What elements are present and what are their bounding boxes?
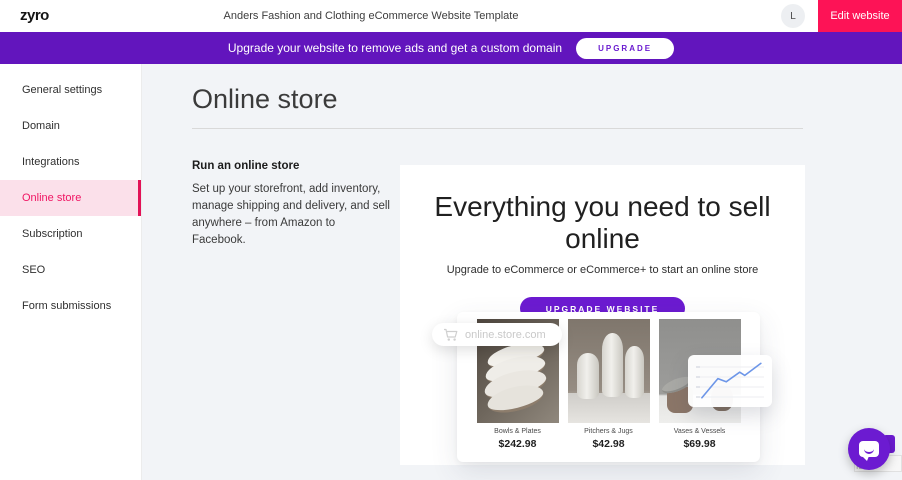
chat-bubble-icon <box>859 441 879 457</box>
product-price: $69.98 <box>683 438 715 450</box>
main-content: Online store Run an online store Set up … <box>142 64 902 480</box>
product-card: Pitchers & Jugs $42.98 <box>568 319 650 462</box>
store-url-text: online.store.com <box>465 329 546 341</box>
sidebar-item-seo[interactable]: SEO <box>0 252 141 288</box>
shopping-cart-icon <box>443 328 459 342</box>
sidebar-item-domain[interactable]: Domain <box>0 108 141 144</box>
product-price: $242.98 <box>499 438 537 450</box>
upsell-subheading: Upgrade to eCommerce or eCommerce+ to st… <box>400 264 805 276</box>
upgrade-banner: Upgrade your website to remove ads and g… <box>0 32 902 64</box>
title-divider <box>192 128 803 129</box>
settings-sidebar: General settings Domain Integrations Onl… <box>0 64 142 480</box>
product-image-pitchers <box>568 319 650 423</box>
page-title: Online store <box>192 84 338 115</box>
sales-line-chart <box>688 355 772 407</box>
chat-widget-button[interactable] <box>848 428 890 470</box>
upsell-panel: Everything you need to sell online Upgra… <box>400 165 805 465</box>
intro-text-block: Run an online store Set up your storefro… <box>192 160 392 249</box>
store-url-pill: online.store.com <box>432 323 562 346</box>
product-price: $42.98 <box>592 438 624 450</box>
sidebar-item-online-store[interactable]: Online store <box>0 180 141 216</box>
intro-body: Set up your storefront, add inventory, m… <box>192 181 392 249</box>
product-name: Bowls & Plates <box>494 428 541 435</box>
sidebar-item-general-settings[interactable]: General settings <box>0 72 141 108</box>
edit-website-button[interactable]: Edit website <box>818 0 902 32</box>
intro-heading: Run an online store <box>192 160 392 172</box>
sidebar-item-form-submissions[interactable]: Form submissions <box>0 288 141 324</box>
product-name: Pitchers & Jugs <box>584 428 633 435</box>
sales-mini-chart-card <box>688 355 772 407</box>
site-title: Anders Fashion and Clothing eCommerce We… <box>0 10 742 22</box>
app-window: zyro Anders Fashion and Clothing eCommer… <box>0 0 902 480</box>
top-bar: zyro Anders Fashion and Clothing eCommer… <box>0 0 902 32</box>
upsell-heading: Everything you need to sell online <box>400 191 805 255</box>
user-avatar[interactable]: L <box>781 4 805 28</box>
product-name: Vases & Vessels <box>674 428 726 435</box>
sidebar-item-integrations[interactable]: Integrations <box>0 144 141 180</box>
upgrade-banner-text: Upgrade your website to remove ads and g… <box>228 41 562 55</box>
sidebar-item-subscription[interactable]: Subscription <box>0 216 141 252</box>
upgrade-banner-button[interactable]: UPGRADE <box>576 38 674 59</box>
